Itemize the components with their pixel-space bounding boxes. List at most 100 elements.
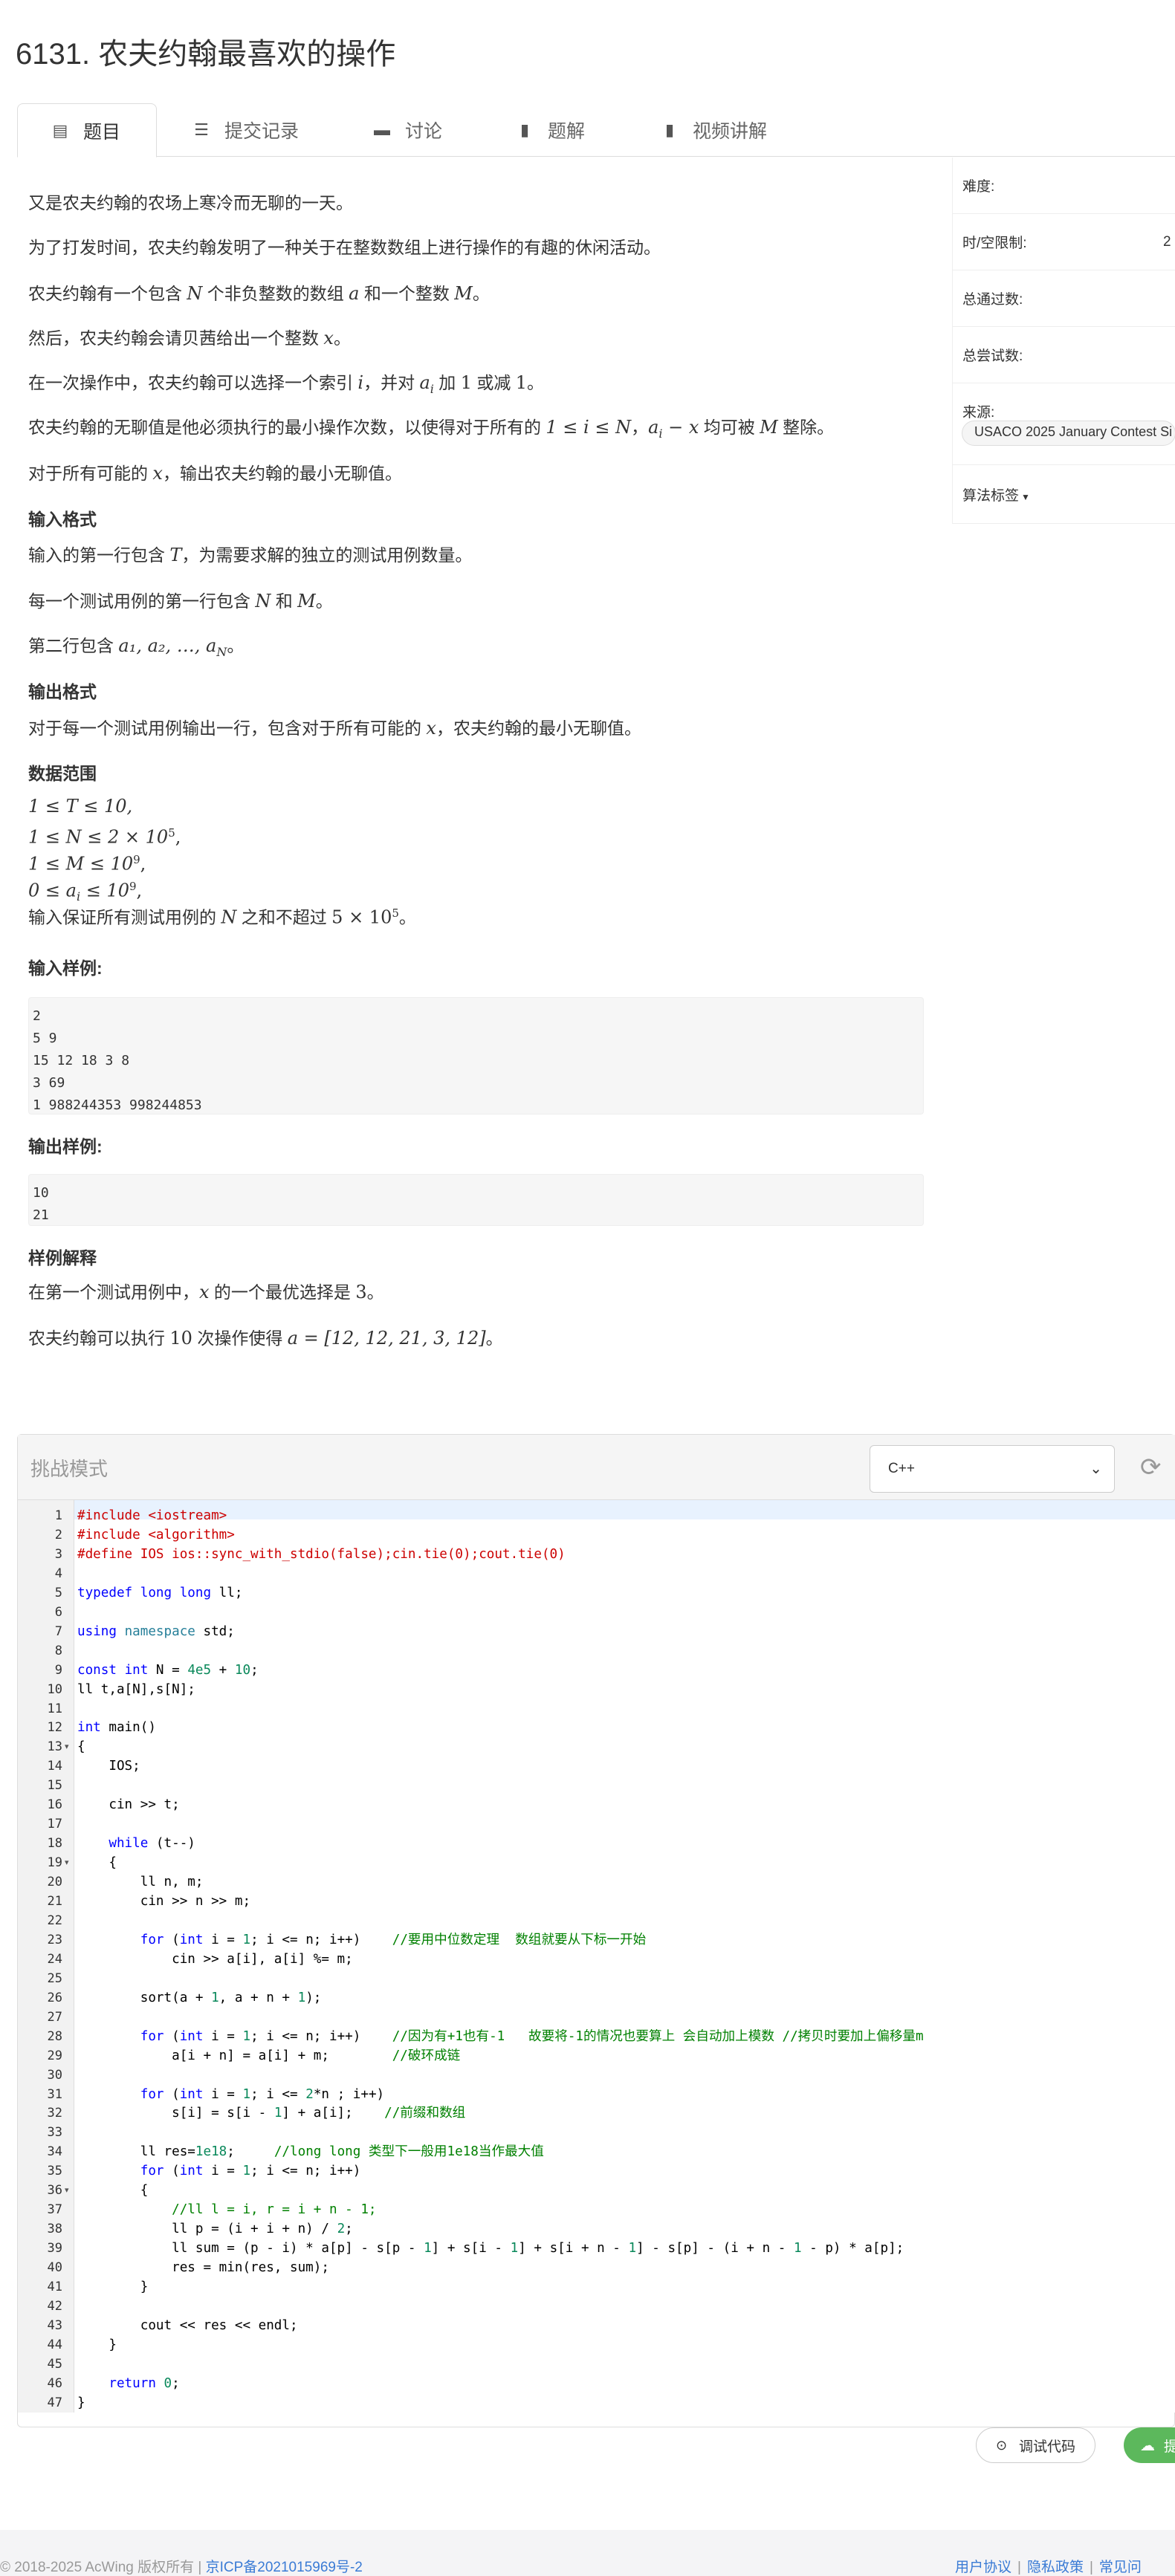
language-select[interactable]: C++ ⌄ xyxy=(870,1445,1115,1493)
source-tag[interactable]: USACO 2025 January Contest Si xyxy=(962,421,1175,446)
line-number: 29 xyxy=(47,2048,62,2063)
tab-label: 提交记录 xyxy=(224,121,300,142)
code-line[interactable]: for (int i = 1; i <= n; i++) //因为有+1也有-1… xyxy=(77,2027,924,2046)
code-line[interactable]: #include <algorithm> xyxy=(77,1525,235,1545)
line-number: 23 xyxy=(47,1932,62,1947)
code-line[interactable]: return 0; xyxy=(77,2374,179,2393)
code-line[interactable]: for (int i = 1; i <= n; i++) //要用中位数定理 数… xyxy=(77,1930,646,1950)
fold-toggle-icon[interactable]: ▾ xyxy=(65,1742,69,1751)
code-line[interactable]: const int N = 4e5 + 10; xyxy=(77,1661,259,1680)
code-line[interactable]: { xyxy=(77,2181,149,2200)
faq-link[interactable]: 常见问 xyxy=(1099,2560,1142,2575)
line-number: 36 xyxy=(47,2183,62,2199)
refresh-icon[interactable]: ⟳ xyxy=(1140,1454,1167,1481)
line-number: 45 xyxy=(47,2356,62,2372)
section-heading-output: 输出格式 xyxy=(28,682,97,701)
comment-icon: ▬ xyxy=(374,120,390,139)
range-line: 1 ≤ M ≤ 109, xyxy=(28,853,146,875)
caret-down-icon: ▼ xyxy=(1021,492,1030,502)
tab-submissions[interactable]: ☰ 提交记录 xyxy=(192,103,340,157)
terms-link[interactable]: 用户协议 xyxy=(955,2560,1011,2575)
line-number: 32 xyxy=(47,2106,62,2121)
line-number: 19 xyxy=(47,1855,62,1871)
code-line[interactable]: cin >> n >> m; xyxy=(77,1892,250,1911)
difficulty-row: 难度: xyxy=(953,158,1175,214)
code-line[interactable]: ll res=1e18; //long long 类型下一般用1e18当作最大值 xyxy=(77,2142,544,2161)
code-line[interactable]: //ll l = i, r = i + n - 1; xyxy=(77,2200,376,2219)
tab-discussion[interactable]: ▬ 讨论 xyxy=(372,103,484,157)
statement-paragraph: 输入的第一行包含 T，为需要求解的独立的测试用例数量。 xyxy=(28,545,473,565)
code-line[interactable]: a[i + n] = a[i] + m; //破环成链 xyxy=(77,2046,460,2066)
code-line[interactable]: int main() xyxy=(77,1718,156,1737)
fold-toggle-icon[interactable]: ▾ xyxy=(65,2185,69,2195)
line-number: 39 xyxy=(47,2241,62,2257)
code-line[interactable]: #define IOS ios::sync_with_stdio(false);… xyxy=(77,1545,566,1564)
debug-icon: ⊙ xyxy=(995,2437,1008,2453)
code-line[interactable]: cin >> a[i], a[i] %= m; xyxy=(77,1950,353,1969)
range-line: 输入保证所有测试用例的 N 之和不超过 5 × 105。 xyxy=(28,906,416,928)
line-number: 3 xyxy=(54,1546,62,1562)
code-line[interactable]: ll n, m; xyxy=(77,1872,204,1892)
tab-solutions[interactable]: ▮ 题解 xyxy=(515,103,627,157)
statement-paragraph: 对于所有可能的 x，输出农夫约翰的最小无聊值。 xyxy=(28,463,402,484)
line-number: 9 xyxy=(54,1662,62,1678)
line-number: 34 xyxy=(47,2144,62,2160)
tab-video[interactable]: ▮ 视频讲解 xyxy=(660,103,809,157)
footer-links: 用户协议 | 隐私政策 | 常见问 xyxy=(955,2560,1142,2575)
list-icon: ☰ xyxy=(194,120,209,139)
code-line[interactable]: { xyxy=(77,1737,85,1756)
range-line: 1 ≤ T ≤ 10, xyxy=(28,796,133,817)
line-number: 47 xyxy=(47,2395,62,2410)
submit-button[interactable]: ☁ 提 xyxy=(1124,2427,1175,2463)
code-line[interactable]: res = min(res, sum); xyxy=(77,2258,329,2277)
statement-paragraph: 然后，农夫约翰会请贝茜给出一个整数 x。 xyxy=(28,328,351,348)
limit-row: 时/空限制: 2 xyxy=(953,214,1175,270)
code-line[interactable]: #include <iostream> xyxy=(77,1506,227,1525)
book-icon: ▮ xyxy=(519,120,530,139)
code-line[interactable]: s[i] = s[i - 1] + a[i]; //前缀和数组 xyxy=(77,2103,465,2123)
problem-info-sidebar: 难度: 时/空限制: 2 总通过数: 总尝试数: 来源: USACO 2025 J… xyxy=(952,158,1175,524)
fold-toggle-icon[interactable]: ▾ xyxy=(65,1858,69,1867)
algo-tags-toggle[interactable]: 算法标签 ▼ xyxy=(962,484,1030,505)
privacy-link[interactable]: 隐私政策 xyxy=(1027,2560,1084,2575)
code-line[interactable]: for (int i = 1; i <= 2*n ; i++) xyxy=(77,2085,384,2104)
code-line[interactable]: } xyxy=(77,2393,85,2413)
code-line[interactable]: IOS; xyxy=(77,1756,140,1776)
line-number: 40 xyxy=(47,2260,62,2276)
code-line[interactable]: { xyxy=(77,1853,117,1872)
code-area[interactable]: 1 2 3 4 5 6 7 8 9 10 11 12 13 ▾ 14 15 16 17 18 19 ▾ 20 21 22 23 2… xyxy=(18,1500,1175,2413)
tab-label: 题目 xyxy=(83,121,121,143)
code-line[interactable]: } xyxy=(77,2277,149,2297)
code-line[interactable]: while (t--) xyxy=(77,1834,195,1853)
tab-problem[interactable]: ▤ 题目 xyxy=(17,103,157,158)
code-line[interactable]: } xyxy=(77,2335,117,2355)
code-line[interactable]: sort(a + 1, a + n + 1); xyxy=(77,1988,322,2008)
code-line[interactable]: ll t,a[N],s[N]; xyxy=(77,1680,195,1699)
statement-paragraph: 又是农夫约翰的农场上寒冷而无聊的一天。 xyxy=(28,193,353,212)
passed-row: 总通过数: xyxy=(953,270,1175,327)
code-line[interactable]: ll p = (i + i + n) / 2; xyxy=(77,2219,353,2239)
attempts-row: 总尝试数: xyxy=(953,327,1175,383)
debug-code-button[interactable]: ⊙ 调试代码 xyxy=(976,2427,1095,2463)
code-line[interactable]: cout << res << endl; xyxy=(77,2316,298,2335)
code-line[interactable]: for (int i = 1; i <= n; i++) xyxy=(77,2161,361,2181)
line-number: 17 xyxy=(47,1817,62,1832)
line-number: 42 xyxy=(47,2298,62,2314)
line-number: 46 xyxy=(47,2375,62,2391)
line-number: 2 xyxy=(54,1527,62,1542)
line-number: 8 xyxy=(54,1643,62,1658)
line-number: 13 xyxy=(47,1739,62,1755)
chevron-down-icon: ⌄ xyxy=(1090,1461,1102,1477)
line-number: 15 xyxy=(47,1778,62,1794)
statement-paragraph: 在第一个测试用例中，x 的一个最优选择是 3。 xyxy=(28,1282,384,1302)
code-line[interactable]: typedef long long ll; xyxy=(77,1583,242,1603)
icp-link[interactable]: 京ICP备2021015969号-2 xyxy=(206,2560,363,2575)
line-number: 11 xyxy=(47,1701,62,1716)
code-line[interactable]: cin >> t; xyxy=(77,1795,179,1814)
challenge-mode-label[interactable]: 挑战模式 xyxy=(30,1454,108,1482)
line-number: 30 xyxy=(47,2067,62,2083)
code-line[interactable]: ll sum = (p - i) * a[p] - s[p - 1] + s[i… xyxy=(77,2239,904,2258)
code-line[interactable]: using namespace std; xyxy=(77,1622,235,1641)
line-number: 28 xyxy=(47,2028,62,2044)
video-icon: ▮ xyxy=(664,120,675,139)
